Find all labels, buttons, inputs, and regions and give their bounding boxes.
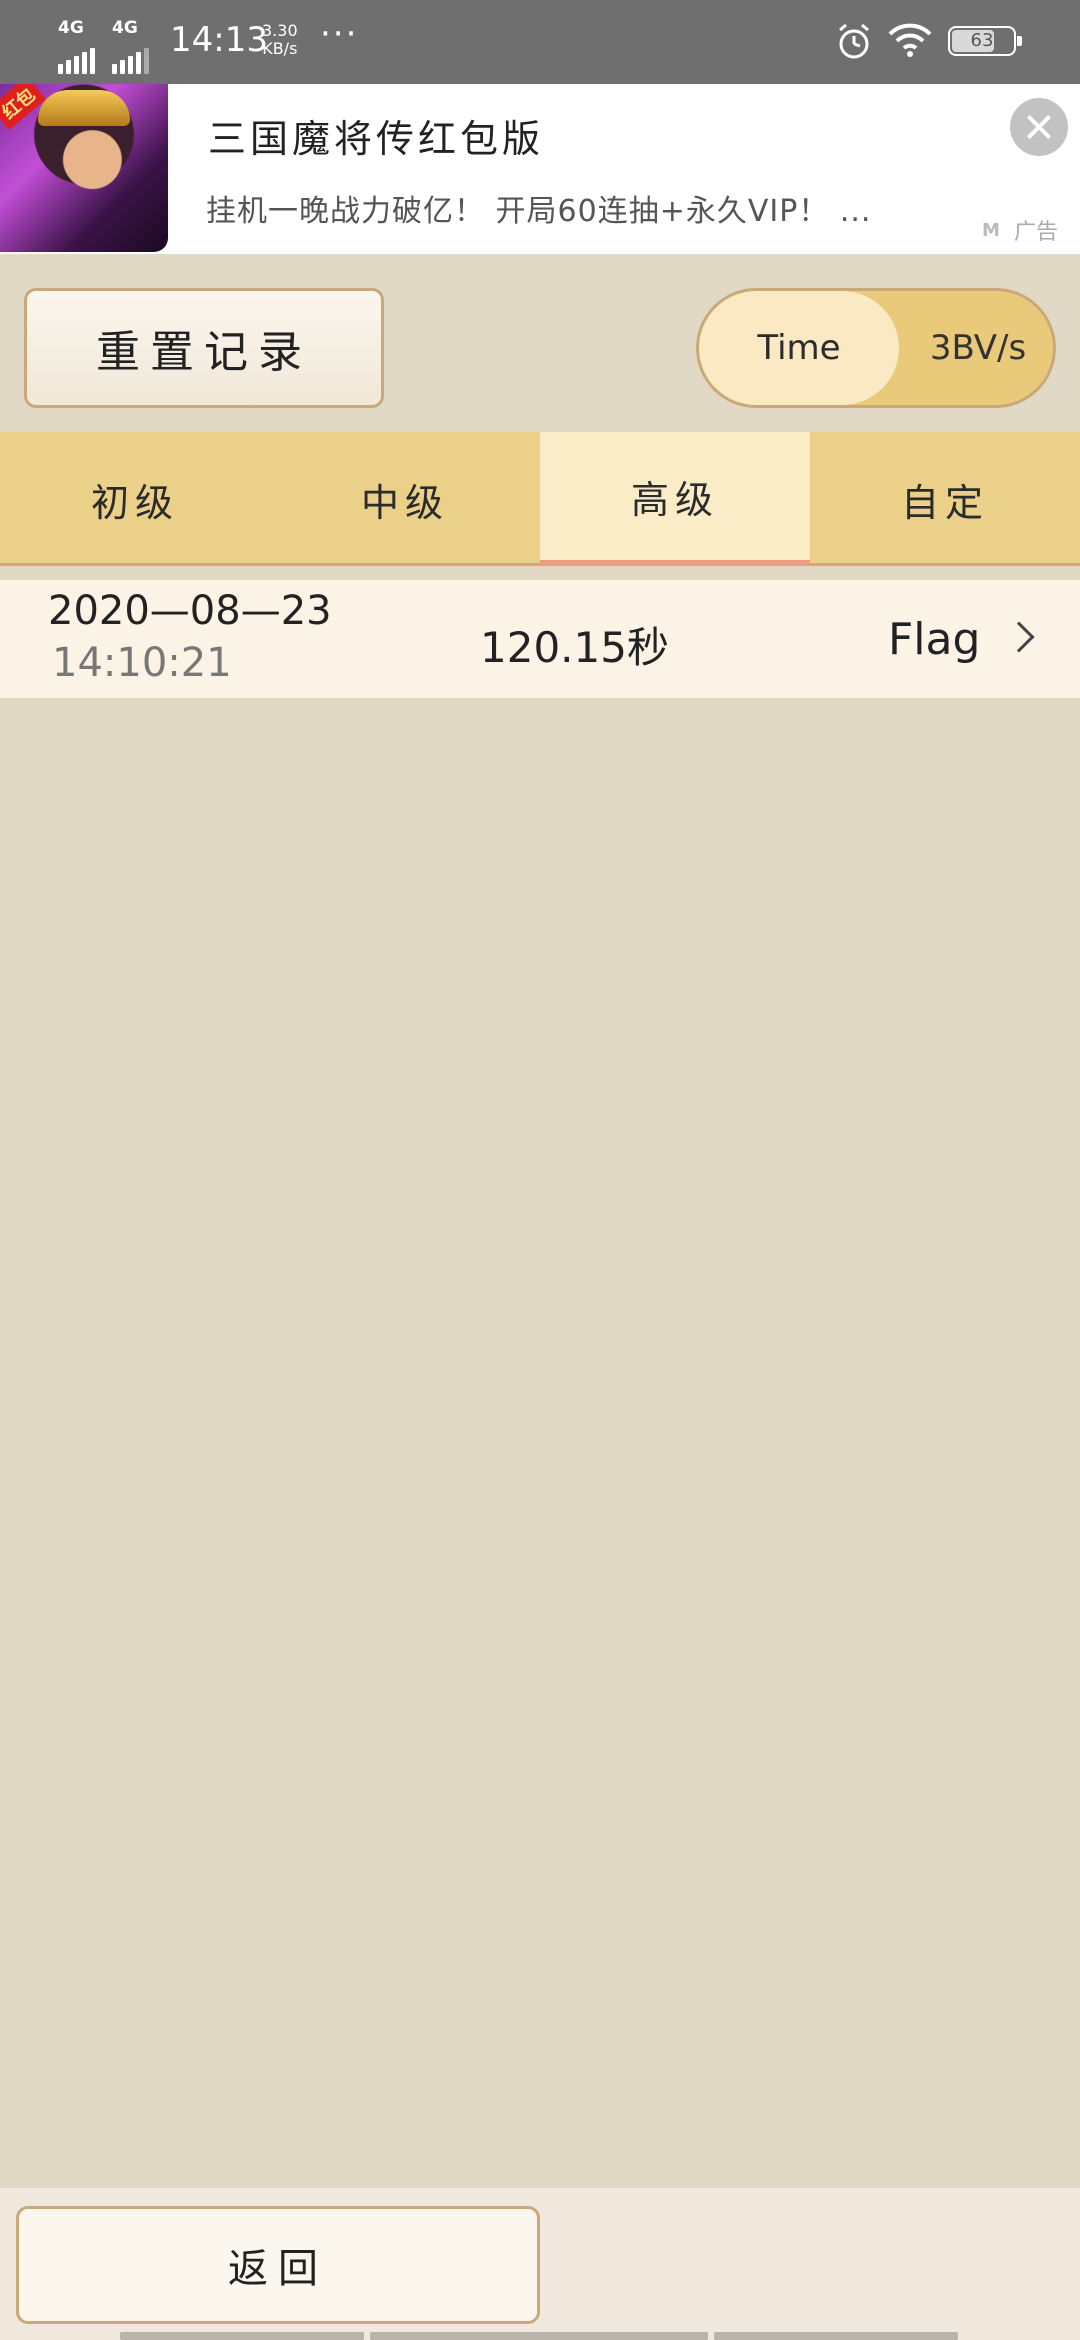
clock: 14:13 (170, 20, 268, 60)
nav-handle (120, 2332, 364, 2340)
back-button[interactable]: 返回 (16, 2206, 540, 2324)
tab-beginner[interactable]: 初级 (0, 432, 270, 566)
sort-option-3bv[interactable]: 3BV/s (903, 291, 1053, 405)
ad-close-button[interactable] (1010, 98, 1068, 156)
tab-intermediate[interactable]: 中级 (270, 432, 540, 566)
chevron-right-icon (1003, 621, 1035, 653)
wifi-icon (888, 23, 932, 57)
battery-level: 63 (970, 30, 994, 51)
sort-option-time[interactable]: Time (699, 291, 899, 405)
status-bar: 4G 4G 14:13 3.30 KB/s ··· 63 (0, 0, 1080, 84)
network-type: 4G (58, 18, 84, 38)
record-mode: Flag (888, 614, 981, 665)
battery-icon: 63 (948, 26, 1022, 56)
ad-label: 广告 (1014, 220, 1059, 245)
ad-thumbnail[interactable]: 红包 (0, 84, 168, 252)
nav-handle (370, 2332, 708, 2340)
record-date: 2020—08—23 (48, 588, 332, 634)
reset-records-button[interactable]: 重置记录 (24, 288, 384, 408)
network-type: 4G (112, 18, 138, 38)
record-score: 120.15秒 (480, 623, 669, 672)
sort-toggle[interactable]: Time 3BV/s (696, 288, 1056, 408)
record-time: 14:10:21 (52, 640, 232, 686)
signal-icon: 4G (58, 18, 108, 74)
difficulty-tabs: 初级 中级 高级 自定 (0, 432, 1080, 566)
more-notifications-icon: ··· (320, 14, 359, 54)
network-speed: 3.30 KB/s (262, 21, 298, 58)
ad-title[interactable]: 三国魔将传红包版 (208, 108, 544, 163)
ad-description[interactable]: 挂机一晚战力破亿！ 开局60连抽+永久VIP！ ... (206, 186, 871, 230)
alarm-icon (839, 23, 869, 59)
tab-custom[interactable]: 自定 (810, 432, 1080, 566)
bottom-bar: 返回 (0, 2188, 1080, 2340)
nav-handle (714, 2332, 958, 2340)
signal-icon: 4G (112, 18, 162, 74)
ad-banner[interactable]: 红包 三国魔将传红包版 挂机一晚战力破亿！ 开局60连抽+永久VIP！ ... … (0, 84, 1080, 254)
tab-expert[interactable]: 高级 (540, 432, 810, 566)
ad-logo-icon: M (982, 220, 1000, 241)
record-row[interactable]: 2020—08—23 14:10:21 120.15秒 Flag (0, 580, 1080, 698)
